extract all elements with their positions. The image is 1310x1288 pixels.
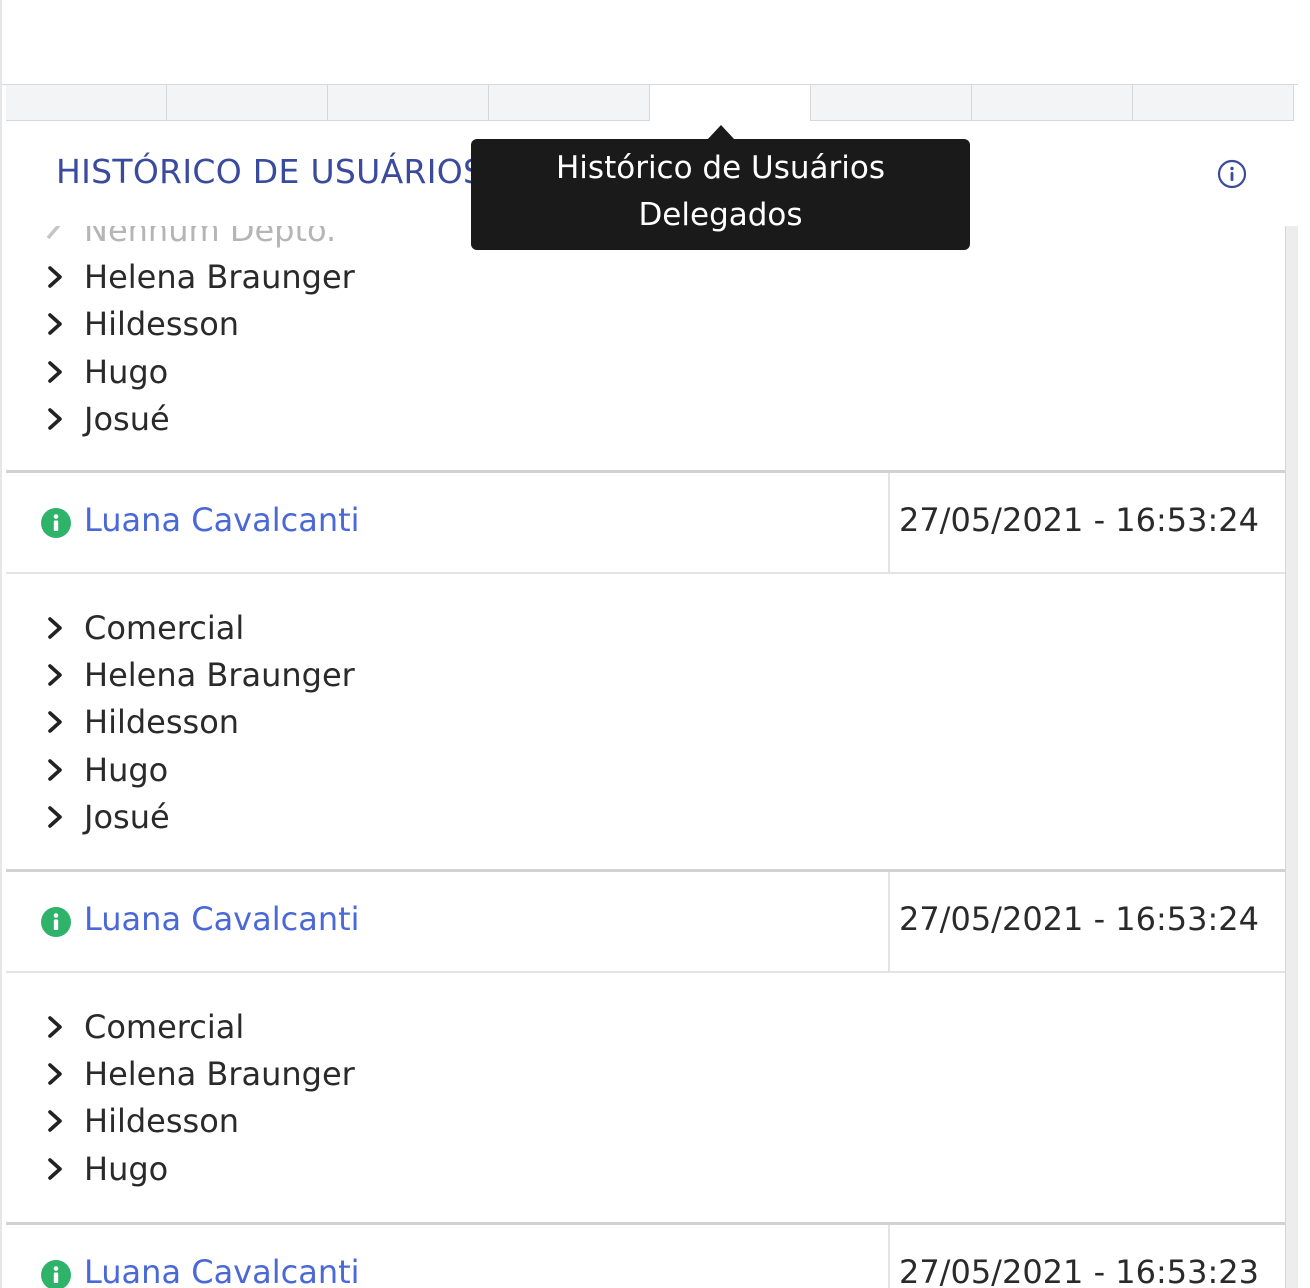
entry-timestamp: 27/05/2021 - 16:53:23 <box>898 1252 1259 1288</box>
entry-timestamp: 27/05/2021 - 16:53:24 <box>898 899 1259 938</box>
tab-2[interactable] <box>167 85 328 121</box>
list-item: Helena Braunger <box>6 1050 355 1097</box>
history-entry-row: Luana Cavalcanti 27/05/2021 - 16:53:23 <box>6 1222 1285 1288</box>
tooltip-arrow <box>707 125 735 140</box>
tab-3[interactable] <box>328 85 489 121</box>
list-item-label: Hildesson <box>84 703 240 742</box>
chevron-right-icon <box>48 408 62 430</box>
list-item: Hugo <box>6 746 355 793</box>
list-item-label: Hugo <box>84 352 169 391</box>
list-item-label: Helena Braunger <box>84 257 355 296</box>
history-list: Nenhum Depto. Helena Braunger Hildesson … <box>6 226 1286 1288</box>
scrollbar[interactable] <box>1286 226 1298 1288</box>
list-item-label: Hildesson <box>84 1102 240 1141</box>
list-item: Helena Braunger <box>6 651 355 698</box>
top-bar <box>2 0 1298 85</box>
list-item: Comercial <box>6 604 355 651</box>
info-badge-icon <box>41 906 71 937</box>
list-item: Hildesson <box>6 1098 355 1145</box>
info-badge-icon <box>41 507 71 538</box>
delegated-list-group: Comercial Helena Braunger Hildesson Hugo… <box>6 604 355 840</box>
chevron-right-icon <box>48 313 62 336</box>
list-item: Hugo <box>6 1145 355 1192</box>
list-item-label: Hildesson <box>84 305 240 344</box>
list-item-label: Helena Braunger <box>84 1054 355 1093</box>
list-item: Josué <box>6 395 355 442</box>
list-item: Nenhum Depto. <box>6 226 355 253</box>
tab-7[interactable] <box>972 85 1133 121</box>
chevron-right-icon <box>48 1063 62 1085</box>
list-item-label: Hugo <box>84 1149 169 1188</box>
list-item: Hildesson <box>6 699 355 746</box>
chevron-right-icon <box>48 360 62 383</box>
list-item-label: Comercial <box>84 608 245 647</box>
tooltip-line-2: Delegados <box>638 197 803 233</box>
tooltip-line-1: Histórico de Usuários <box>556 150 885 186</box>
list-item: Helena Braunger <box>6 253 355 300</box>
list-item-label: Josué <box>84 399 170 438</box>
tab-1[interactable] <box>6 85 167 121</box>
history-entry-row: Luana Cavalcanti 27/05/2021 - 16:53:24 <box>6 470 1285 574</box>
chevron-right-icon <box>48 1110 62 1133</box>
tab-6[interactable] <box>811 85 972 121</box>
list-item: Josué <box>6 793 355 840</box>
user-link[interactable]: Luana Cavalcanti <box>84 1253 360 1288</box>
tab-strip <box>6 85 1298 121</box>
chevron-right-icon <box>48 711 62 734</box>
window-left-edge <box>0 0 2 1288</box>
list-item: Comercial <box>6 1003 355 1050</box>
chevron-right-icon <box>48 1157 62 1180</box>
chevron-right-icon <box>48 616 62 639</box>
entry-user-cell: Luana Cavalcanti <box>6 1225 890 1288</box>
list-item: Hugo <box>6 348 355 395</box>
tooltip: Histórico de Usuários Delegados <box>471 139 970 250</box>
history-entry-row: Luana Cavalcanti 27/05/2021 - 16:53:24 <box>6 869 1285 973</box>
chevron-right-icon <box>48 806 62 828</box>
tab-4[interactable] <box>489 85 650 121</box>
delegated-list-group: Comercial Helena Braunger Hildesson Hugo <box>6 1003 355 1192</box>
user-link[interactable]: Luana Cavalcanti <box>84 501 360 539</box>
entry-user-cell: Luana Cavalcanti <box>6 872 890 971</box>
list-item-label: Hugo <box>84 750 169 789</box>
edit-icon <box>46 226 61 239</box>
info-circle-icon[interactable] <box>1217 159 1247 189</box>
chevron-right-icon <box>48 266 62 288</box>
user-link[interactable]: Luana Cavalcanti <box>84 900 360 938</box>
entry-timestamp: 27/05/2021 - 16:53:24 <box>898 500 1259 539</box>
list-item-label: Josué <box>84 797 170 836</box>
chevron-right-icon <box>48 664 62 686</box>
entry-user-cell: Luana Cavalcanti <box>6 473 890 572</box>
tab-historico-usuarios-delegados[interactable] <box>650 85 811 121</box>
list-item-label: Nenhum Depto. <box>84 226 337 249</box>
chevron-right-icon <box>48 758 62 781</box>
list-item-label: Helena Braunger <box>84 655 355 694</box>
list-item-label: Comercial <box>84 1007 245 1046</box>
delegated-list-group: Nenhum Depto. Helena Braunger Hildesson … <box>6 226 355 442</box>
info-badge-icon <box>41 1259 71 1288</box>
tab-8[interactable] <box>1133 85 1294 121</box>
list-item: Hildesson <box>6 301 355 348</box>
chevron-right-icon <box>48 1015 62 1038</box>
